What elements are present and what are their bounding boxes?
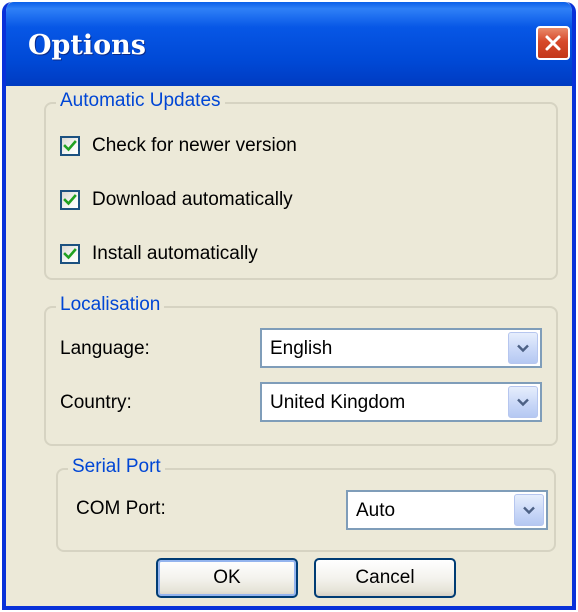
title-bar[interactable]: Options [6,2,572,86]
window-title: Options [28,30,146,61]
checkmark-icon [63,194,77,206]
com-port-value: Auto [356,500,396,521]
dialog-body: Automatic Updates Check for newer versio… [6,86,572,606]
language-select[interactable]: English [260,328,542,368]
close-button[interactable] [536,26,570,60]
language-value: English [270,338,333,359]
automatic-updates-group: Automatic Updates Check for newer versio… [44,90,558,280]
com-port-select[interactable]: Auto [346,490,548,530]
localisation-group: Localisation Language: English Country: … [44,294,558,446]
check-newer-version-label: Check for newer version [92,135,297,156]
serial-port-title: Serial Port [68,456,165,478]
country-select[interactable]: United Kingdom [260,382,542,422]
automatic-updates-title: Automatic Updates [56,90,225,112]
download-automatically-option[interactable]: Download automatically [60,188,293,212]
com-port-label: COM Port: [76,498,166,519]
com-port-dropdown-button[interactable] [514,494,544,526]
chevron-down-icon [517,398,529,407]
country-value: United Kingdom [270,392,406,413]
download-automatically-label: Download automatically [92,189,293,210]
checkmark-icon [63,248,77,260]
check-newer-version-option[interactable]: Check for newer version [60,134,297,158]
options-dialog: Options Automatic Updates Check for newe… [2,2,576,610]
localisation-title: Localisation [56,294,165,316]
download-automatically-checkbox[interactable] [60,190,80,210]
chevron-down-icon [523,506,535,515]
serial-port-group: Serial Port COM Port: Auto [56,456,556,552]
cancel-button[interactable]: Cancel [314,558,456,598]
install-automatically-label: Install automatically [92,243,258,264]
checkmark-icon [63,140,77,152]
language-dropdown-button[interactable] [508,332,538,364]
ok-button[interactable]: OK [156,558,298,598]
country-dropdown-button[interactable] [508,386,538,418]
check-newer-version-checkbox[interactable] [60,136,80,156]
country-label: Country: [60,392,132,413]
language-label: Language: [60,338,150,359]
install-automatically-checkbox[interactable] [60,244,80,264]
close-icon [545,35,561,51]
install-automatically-option[interactable]: Install automatically [60,242,258,266]
chevron-down-icon [517,344,529,353]
